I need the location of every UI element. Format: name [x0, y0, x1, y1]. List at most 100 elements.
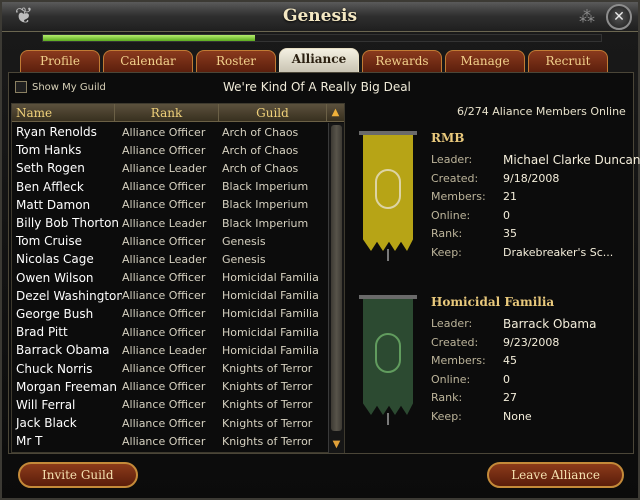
table-row[interactable]: Tom Cruise Alliance Officer Genesis — [12, 232, 328, 250]
table-row[interactable]: Tom Hanks Alliance Officer Arch of Chaos — [12, 141, 328, 159]
cell-rank: Alliance Officer — [122, 325, 206, 339]
roster-scrollbar[interactable]: ▼ — [328, 123, 344, 453]
cell-name: Ben Affleck — [16, 179, 84, 194]
table-row[interactable]: Morgan Freeman Alliance Officer Knights of… — [12, 378, 328, 396]
field-value: 35 — [503, 227, 517, 240]
field-label: Rank: — [431, 227, 463, 240]
alliance-field: Members: 45 — [431, 354, 517, 367]
tab-calendar[interactable]: Calendar — [103, 50, 193, 72]
tab-profile[interactable]: Profile — [20, 50, 100, 72]
alliance-field: Leader: Barrack Obama — [431, 317, 596, 331]
table-row[interactable]: Matt Damon Alliance Officer Black Imperium — [12, 196, 328, 214]
banner-tassel — [387, 413, 389, 425]
field-value: 9/23/2008 — [503, 335, 560, 349]
scroll-down-icon[interactable]: ▼ — [330, 438, 343, 452]
table-row[interactable]: Dezel Washington Alliance Officer Homicida… — [12, 287, 328, 305]
cell-rank: Alliance Officer — [122, 289, 206, 303]
field-label: Leader: — [431, 153, 473, 166]
alliance-card[interactable]: Homicidal Familia Leader: Barrack Obama Cre… — [359, 295, 629, 445]
field-label: Created: — [431, 335, 479, 349]
alliance-roster-table: Name Rank Guild ▲ Ryan Renolds Alliance O… — [11, 103, 345, 453]
field-value: 45 — [503, 354, 517, 367]
guild-window: ❦ Genesis ⁂ ✕ Profile Calendar Roster Allia… — [0, 0, 640, 500]
table-row[interactable]: Jack Black Alliance Officer Knights of Ter… — [12, 414, 328, 432]
cell-rank: Alliance Leader — [122, 252, 207, 266]
alliance-card[interactable]: RMB Leader: Michael Clarke Duncan Created: 9… — [359, 131, 640, 281]
cell-rank: Alliance Officer — [122, 125, 206, 139]
table-row[interactable]: Nicolas Cage Alliance Leader Genesis — [12, 250, 328, 268]
cell-guild: Knights of Terror — [222, 434, 313, 448]
tab-rewards[interactable]: Rewards — [362, 50, 442, 72]
banner-pole — [359, 295, 417, 299]
cell-guild: Homicidal Familia — [222, 343, 319, 357]
tab-roster[interactable]: Roster — [196, 50, 276, 72]
alliance-field: Keep: Drakebreaker's Sc... — [431, 246, 613, 259]
column-header-guild[interactable]: Guild — [219, 104, 327, 121]
field-value: 9/18/2008 — [503, 171, 560, 185]
table-row[interactable]: Chuck Norris Alliance Officer Knights of T… — [12, 359, 328, 377]
cell-name: Tom Hanks — [16, 143, 82, 158]
guild-motto: We're Kind Of A Really Big Deal — [223, 80, 411, 94]
cell-name: Billy Bob Thorton — [16, 216, 120, 231]
table-row[interactable]: Mr T Alliance Officer Knights of Terror — [12, 432, 328, 450]
show-my-guild-checkbox[interactable] — [15, 81, 27, 93]
field-label: Members: — [431, 354, 486, 367]
table-row[interactable]: Ryan Renolds Alliance Officer Arch of Chao… — [12, 123, 328, 141]
cell-name: Seth Rogen — [16, 161, 85, 176]
show-my-guild-label: Show My Guild — [32, 81, 106, 93]
cell-rank: Alliance Officer — [122, 398, 206, 412]
guild-progress-bar — [42, 34, 602, 42]
tab-recruit[interactable]: Recruit — [528, 50, 608, 72]
banner-cloth — [363, 135, 413, 251]
title-bar[interactable]: ❦ Genesis ⁂ ✕ — [2, 2, 638, 32]
cell-guild: Homicidal Familia — [222, 325, 319, 339]
table-row[interactable]: Barrack Obama Alliance Leader Homicidal Fa… — [12, 341, 328, 359]
column-header-name[interactable]: Name — [12, 104, 115, 121]
cell-guild: Arch of Chaos — [222, 125, 299, 139]
alliance-field: Created: 9/23/2008 — [431, 336, 559, 349]
window-title: Genesis — [282, 6, 358, 26]
ornament-icon: ⁂ — [579, 7, 595, 26]
table-row[interactable]: Owen Wilson Alliance Officer Homicidal Fam… — [12, 269, 328, 287]
banner-pole — [359, 131, 417, 135]
cell-name: Nicolas Cage — [16, 252, 94, 267]
field-label: Keep: — [431, 409, 462, 423]
progress-fill — [43, 35, 256, 41]
field-label: Rank: — [431, 391, 463, 404]
cell-name: George Bush — [16, 306, 94, 321]
cell-name: Tom Cruise — [16, 234, 83, 249]
alliance-field: Rank: 35 — [431, 227, 517, 240]
cell-rank: Alliance Leader — [122, 161, 207, 175]
field-value: Michael Clarke Duncan — [503, 153, 640, 167]
alliance-field: Members: 21 — [431, 190, 517, 203]
field-value: Barrack Obama — [503, 317, 597, 331]
close-button[interactable]: ✕ — [606, 4, 632, 30]
column-header-rank[interactable]: Rank — [115, 104, 219, 121]
field-value: 0 — [503, 372, 510, 386]
table-row[interactable]: Billy Bob Thorton Alliance Leader Black Im… — [12, 214, 328, 232]
table-row[interactable]: Will Ferral Alliance Officer Knights of Te… — [12, 396, 328, 414]
cell-name: Mr T — [16, 434, 43, 449]
table-row[interactable]: George Bush Alliance Officer Homicidal Fam… — [12, 305, 328, 323]
table-row[interactable]: Brad Pitt Alliance Officer Homicidal Famil… — [12, 323, 328, 341]
alliance-field: Leader: Michael Clarke Duncan — [431, 153, 640, 167]
tab-alliance[interactable]: Alliance — [279, 48, 359, 72]
table-body: Ryan Renolds Alliance Officer Arch of Chao… — [12, 123, 328, 453]
table-row[interactable]: Ben Affleck Alliance Officer Black Imperiu… — [12, 178, 328, 196]
cell-guild: Homicidal Familia — [222, 307, 319, 321]
scroll-thumb[interactable] — [331, 125, 342, 431]
table-row[interactable]: Seth Rogen Alliance Leader Arch of Chaos — [12, 159, 328, 177]
banner-cloth — [363, 299, 413, 415]
cell-rank: Alliance Leader — [122, 216, 207, 230]
cell-name: Owen Wilson — [16, 270, 94, 285]
cell-name: Barrack Obama — [16, 343, 110, 358]
alliance-name: RMB — [431, 131, 465, 145]
cell-name: Jack Black — [16, 416, 77, 431]
show-my-guild-toggle[interactable]: Show My Guild — [15, 81, 106, 93]
sort-arrow-icon[interactable]: ▲ — [327, 104, 344, 121]
leave-alliance-button[interactable]: Leave Alliance — [487, 462, 624, 488]
tab-manage[interactable]: Manage — [445, 50, 525, 72]
cell-guild: Homicidal Familia — [222, 271, 319, 285]
cell-guild: Genesis — [222, 252, 266, 266]
invite-guild-button[interactable]: Invite Guild — [18, 462, 138, 488]
